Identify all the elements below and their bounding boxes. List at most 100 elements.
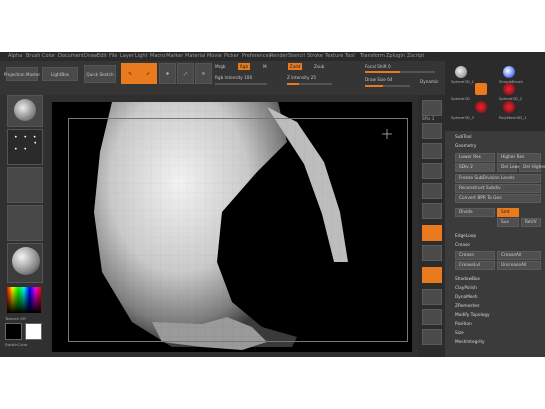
smt-toggle[interactable]: Smt: [497, 208, 519, 217]
color-picker[interactable]: [7, 287, 41, 313]
main-color-swatch[interactable]: [5, 323, 22, 340]
menu-macro[interactable]: Macro: [150, 53, 165, 59]
edit-button[interactable]: ✎: [121, 63, 139, 84]
menu-picker[interactable]: Picker: [224, 53, 239, 59]
shadowbox-header[interactable]: ShadowBox: [455, 275, 541, 284]
local-button[interactable]: [422, 267, 442, 283]
menu-brush[interactable]: Brush: [26, 53, 40, 59]
menu-edit[interactable]: Edit: [97, 53, 107, 59]
menu-file[interactable]: File: [109, 53, 117, 59]
rgb-intensity-slider[interactable]: Rgb Intensity 100: [215, 75, 252, 80]
aahalf-button[interactable]: [422, 183, 442, 199]
stroke-thumbnail[interactable]: • • • • • •: [7, 129, 43, 165]
menu-layer[interactable]: Layer: [120, 53, 134, 59]
rgb-toggle[interactable]: Rgb: [238, 63, 250, 70]
del-higher-button[interactable]: Del Higher: [519, 163, 545, 172]
rgb-intensity-track[interactable]: [215, 83, 267, 85]
crease-button[interactable]: Crease: [455, 251, 495, 260]
crease-all-button[interactable]: CreaseAll: [497, 251, 541, 260]
projection-master-button[interactable]: Projection Master: [4, 67, 40, 81]
del-lower-button[interactable]: Del Lower: [497, 163, 522, 172]
edgeloop-header[interactable]: EdgeLoop: [455, 232, 541, 241]
modify-topology-header[interactable]: Modify Topology: [455, 311, 541, 320]
zoom-button[interactable]: [422, 143, 442, 159]
move-view-button[interactable]: [422, 329, 442, 345]
sphere-icon[interactable]: [475, 101, 487, 113]
frame-button[interactable]: [422, 309, 442, 325]
quick-sketch-button[interactable]: Quick Sketch: [84, 65, 116, 83]
size-header[interactable]: Size: [455, 329, 541, 338]
focal-shift-slider[interactable]: Focal Shift 0: [365, 64, 391, 69]
meshintegrity-header[interactable]: MeshIntegrity: [455, 338, 541, 347]
menu-alpha[interactable]: Alpha: [8, 53, 22, 59]
menu-render[interactable]: Render: [270, 53, 288, 59]
floor-button[interactable]: [422, 245, 442, 261]
convert-bpr-button[interactable]: Convert BPR To Geo: [455, 194, 541, 203]
brush-thumbnail[interactable]: [7, 95, 43, 127]
suv-toggle[interactable]: Suv: [497, 218, 519, 227]
material-thumbnail[interactable]: [7, 243, 43, 283]
move-button[interactable]: ✥: [159, 63, 176, 84]
geometry-header[interactable]: Geometry: [455, 142, 541, 151]
menu-stroke[interactable]: Stroke: [307, 53, 323, 59]
lightbox-button[interactable]: LightBox: [42, 67, 78, 81]
subtool-header[interactable]: SubTool: [455, 133, 541, 142]
dynamic-persp-button[interactable]: [422, 203, 442, 219]
texture-thumbnail[interactable]: [7, 205, 43, 241]
sphere-icon[interactable]: [503, 83, 515, 95]
menu-color[interactable]: Color: [42, 53, 55, 59]
bpr-button[interactable]: [422, 100, 442, 116]
uncrease-all-button[interactable]: UncreaseAll: [497, 261, 541, 270]
menu-movie[interactable]: Movie: [207, 53, 222, 59]
secondary-color-swatch[interactable]: [25, 323, 42, 340]
scale-button[interactable]: ⤢: [177, 63, 194, 84]
freeze-subdivision-button[interactable]: Freeze SubDivision Levels: [455, 174, 541, 183]
zadd-toggle[interactable]: Zadd: [288, 63, 302, 70]
crease-lvl-slider[interactable]: CreaseLvl: [455, 261, 495, 270]
draw-size-slider[interactable]: Draw Size 64: [365, 77, 393, 82]
lower-res-button[interactable]: Lower Res: [455, 153, 495, 162]
sphere-icon[interactable]: [503, 66, 515, 78]
menu-preferences[interactable]: Preferences: [242, 53, 271, 59]
draw-button[interactable]: ✐: [139, 63, 157, 84]
rotate-button[interactable]: ⟳: [195, 63, 212, 84]
sdiv-slider[interactable]: SDiv 2: [455, 163, 495, 172]
switch-color-label[interactable]: SwitchColor: [5, 342, 27, 347]
persp-button[interactable]: [422, 225, 442, 241]
position-header[interactable]: Position: [455, 320, 541, 329]
menu-document[interactable]: Document: [58, 53, 84, 59]
menu-material[interactable]: Material: [185, 53, 205, 59]
alpha-thumbnail[interactable]: [7, 167, 43, 203]
claypolish-header[interactable]: ClayPolish: [455, 284, 541, 293]
spix-slider[interactable]: SPix 3: [422, 116, 434, 121]
crease-header[interactable]: Crease: [455, 241, 541, 250]
z-intensity-slider[interactable]: Z Intensity 25: [287, 75, 316, 80]
sphere-icon[interactable]: [455, 66, 467, 78]
m-toggle[interactable]: M: [263, 64, 267, 69]
menu-texture[interactable]: Texture: [325, 53, 343, 59]
scroll-button[interactable]: [422, 123, 442, 139]
reconstruct-subdiv-button[interactable]: Reconstruct Subdiv: [455, 184, 541, 193]
menu-marker[interactable]: Marker: [166, 53, 183, 59]
document-canvas[interactable]: [52, 102, 412, 352]
canvas-area: [46, 95, 418, 357]
brush-icon[interactable]: [475, 83, 487, 95]
xyz-button[interactable]: [422, 289, 442, 305]
mrgb-toggle[interactable]: Mrgb: [215, 64, 226, 69]
actual-button[interactable]: [422, 163, 442, 179]
zremesher-header[interactable]: ZRemesher: [455, 302, 541, 311]
dynamic-toggle[interactable]: Dynamic: [420, 79, 438, 84]
reuv-toggle[interactable]: ReUV: [521, 218, 541, 227]
dynamesh-header[interactable]: DynaMesh: [455, 293, 541, 302]
menu-draw[interactable]: Draw: [84, 53, 97, 59]
zsub-toggle[interactable]: Zsub: [314, 64, 324, 69]
sphere-icon[interactable]: [503, 101, 515, 113]
divide-button[interactable]: Divide: [455, 208, 495, 217]
menu-zplugin[interactable]: Zplugin: [386, 53, 405, 59]
menu-stencil[interactable]: Stencil: [288, 53, 305, 59]
higher-res-button[interactable]: Higher Res: [497, 153, 541, 162]
menu-light[interactable]: Light: [135, 53, 147, 59]
menu-tool[interactable]: Tool: [345, 53, 355, 59]
menu-zscript[interactable]: Zscript: [407, 53, 424, 59]
menu-transform[interactable]: Transform: [360, 53, 385, 59]
